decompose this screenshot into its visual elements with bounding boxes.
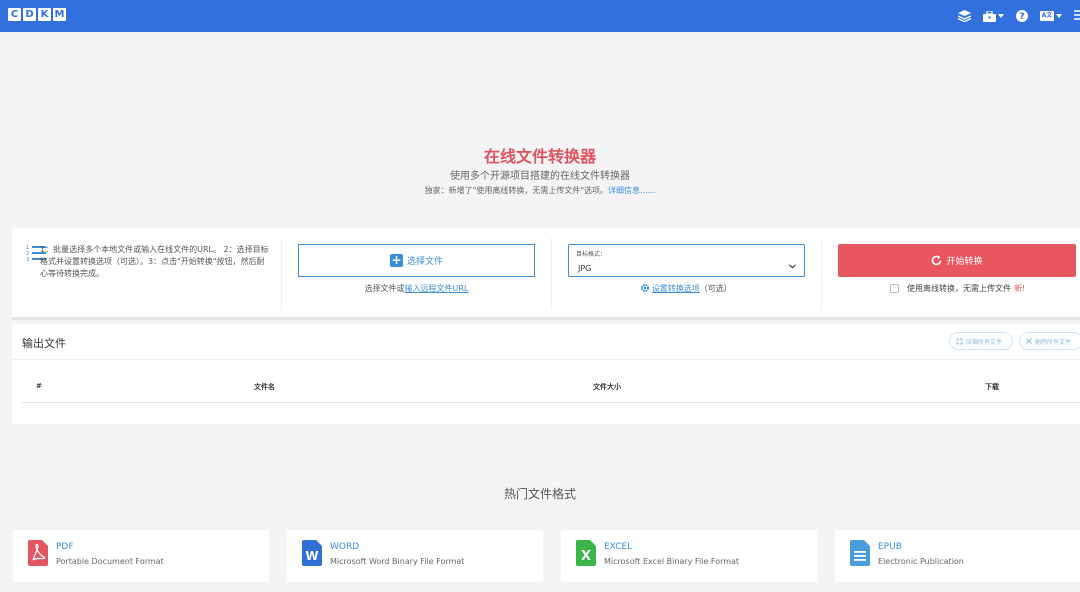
format-name: PDF: [56, 542, 74, 552]
gear-icon: [641, 284, 650, 292]
format-card-pdf[interactable]: PDF Portable Document Format: [13, 530, 269, 582]
format-description: Microsoft Excel Binary File Format: [604, 557, 740, 566]
format-name: EXCEL: [604, 542, 633, 552]
start-conversion-button[interactable]: 开始转换: [838, 244, 1076, 277]
download-all-button[interactable]: 压缩所有文件: [949, 332, 1013, 350]
language-menu[interactable]: A文: [1040, 11, 1062, 21]
conversion-settings: 设置转换选项（可选）: [568, 283, 805, 294]
logo-letter: M: [53, 8, 66, 21]
chevron-down-icon: [789, 264, 796, 269]
offline-checkbox[interactable]: [890, 284, 899, 293]
select-file-hint: 选择文件或输入远程文件URL: [298, 283, 535, 294]
filter-icon[interactable]: [1074, 10, 1080, 22]
format-card-epub[interactable]: EPUB Electronic Publication: [835, 530, 1080, 582]
svg-text:W: W: [305, 549, 318, 563]
popular-formats-title: 热门文件格式: [503, 487, 576, 501]
column-header-number: #: [36, 382, 42, 390]
target-format-value: JPG: [578, 264, 592, 273]
delete-all-button[interactable]: 删除所有文件: [1019, 332, 1080, 350]
compress-icon: [956, 337, 963, 345]
excel-file-icon: X: [576, 540, 596, 566]
page-title: 在线文件转换器: [483, 147, 596, 166]
select-file-label: 选择文件: [406, 257, 443, 267]
logo-letter: D: [23, 8, 36, 21]
format-description: Microsoft Word Binary File Format: [330, 557, 465, 566]
download-all-label: 压缩所有文件: [966, 338, 1003, 346]
logo-letter: C: [8, 8, 21, 21]
output-files-panel: 输出文件 压缩所有文件 删除所有文件 # 文件名 文件大小 下载: [12, 324, 1080, 424]
select-file-button[interactable]: + 选择文件: [298, 244, 535, 277]
notice-prefix: 独家：新增了"使用离线转换，无需上传文件"选项。: [424, 186, 609, 195]
chevron-down-icon: [1056, 14, 1062, 18]
notice-text: 独家：新增了"使用离线转换，无需上传文件"选项。详细信息......: [0, 185, 1080, 196]
column-header-filesize: 文件大小: [593, 383, 621, 391]
logo-letter: K: [38, 8, 51, 21]
svg-text:X: X: [581, 549, 591, 564]
details-link[interactable]: 详细信息......: [608, 186, 655, 195]
close-icon: [1026, 338, 1032, 344]
divider: [12, 359, 1080, 360]
target-format-label: 目标格式：: [576, 251, 607, 258]
page-subtitle: 使用多个开源项目搭建的在线文件转换器: [450, 171, 630, 182]
epub-file-icon: [850, 540, 870, 566]
column-header-download: 下载: [985, 383, 999, 391]
settings-suffix: （可选）: [699, 284, 732, 293]
table-header-divider: [22, 402, 1080, 403]
settings-link[interactable]: 设置转换选项: [652, 284, 700, 293]
word-file-icon: W: [302, 540, 322, 566]
format-description: Electronic Publication: [878, 557, 964, 566]
offline-label: 使用离线转换，无需上传文件: [907, 284, 1011, 293]
language-icon: A文: [1040, 11, 1054, 21]
plus-icon: +: [389, 253, 403, 267]
site-logo[interactable]: C D K M: [8, 8, 66, 21]
delete-all-label: 删除所有文件: [1035, 338, 1072, 346]
new-badge: 新!: [1014, 284, 1026, 293]
toolbox-icon: [983, 10, 996, 22]
start-conversion-label: 开始转换: [946, 257, 983, 267]
help-icon[interactable]: ?: [1016, 10, 1028, 22]
column-divider: [551, 238, 552, 310]
offline-option: 使用离线转换，无需上传文件 新!: [890, 283, 1025, 294]
refresh-icon: [932, 255, 942, 266]
select-hint-prefix: 选择文件或: [364, 284, 405, 293]
format-name: EPUB: [878, 542, 902, 552]
svg-text:?: ?: [1019, 12, 1024, 22]
toolbox-menu[interactable]: [983, 10, 1004, 22]
remote-url-link[interactable]: 输入远程文件URL: [405, 284, 469, 293]
top-navbar: C D K M ? A文: [0, 0, 1080, 32]
column-divider: [821, 238, 822, 310]
format-description: Portable Document Format: [56, 557, 164, 566]
format-card-excel[interactable]: X EXCEL Microsoft Excel Binary File Form…: [561, 530, 817, 582]
pdf-file-icon: [28, 540, 48, 566]
format-card-word[interactable]: W WORD Microsoft Word Binary File Format: [287, 530, 543, 582]
format-name: WORD: [330, 542, 360, 552]
target-format-select[interactable]: 目标格式： JPG: [568, 244, 805, 277]
svg-text:3: 3: [26, 257, 29, 262]
converter-panel: 1 2 3 1：批量选择多个本地文件或输入在线文件的URL。 2：选择目标格式并…: [12, 228, 1080, 320]
layers-icon[interactable]: [958, 10, 971, 22]
column-divider: [281, 238, 282, 310]
column-header-filename: 文件名: [254, 383, 275, 391]
instructions-text: 1：批量选择多个本地文件或输入在线文件的URL。 2：选择目标格式并设置转换选项…: [40, 245, 269, 278]
chevron-down-icon: [998, 14, 1004, 18]
output-title: 输出文件: [22, 337, 66, 350]
